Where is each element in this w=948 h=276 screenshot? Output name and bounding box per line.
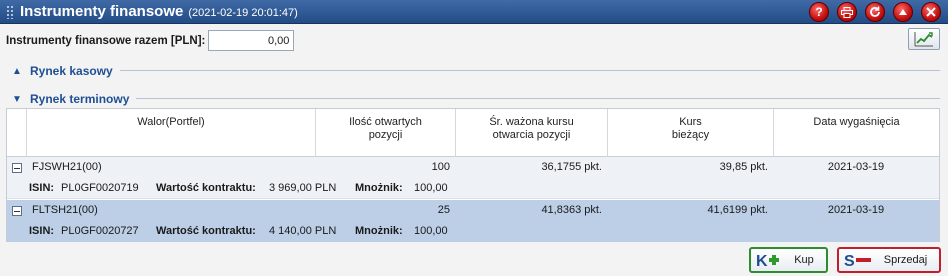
contract-value: 3 969,00 PLN: [269, 182, 337, 194]
svg-text:S: S: [844, 253, 855, 268]
collapse-row-icon[interactable]: [12, 163, 22, 173]
column-header-kurs[interactable]: Kurs bieżący: [607, 109, 773, 157]
collapse-icon[interactable]: [893, 2, 913, 22]
column-header-srednia[interactable]: Śr. ważona kursu otwarcia pozycji: [455, 109, 607, 157]
section-rynek-terminowy[interactable]: ▼ Rynek terminowy: [12, 92, 129, 106]
sell-label: Sprzedaj: [883, 254, 928, 266]
isin-value: PL0GF0020727: [61, 225, 139, 237]
summary-row: Instrumenty finansowe razem [PLN]: 0,00: [6, 30, 295, 51]
row-qty: 25: [437, 204, 450, 216]
row-qty: 100: [431, 161, 450, 173]
row-instrument: FLTSH21(00): [32, 204, 98, 216]
drag-grip-icon[interactable]: [6, 4, 14, 19]
multiplier-label: Mnożnik:: [355, 182, 403, 194]
buy-label: Kup: [794, 254, 814, 266]
sell-button[interactable]: S Sprzedaj: [837, 247, 941, 273]
window-timestamp: (2021-02-19 20:01:47): [188, 6, 298, 19]
close-icon[interactable]: [921, 2, 941, 22]
section-rynek-kasowy[interactable]: ▲ Rynek kasowy: [12, 64, 113, 78]
window-title: Instrumenty finansowe: [20, 3, 184, 20]
chart-icon: [914, 32, 933, 47]
row-expiry: 2021-03-19: [827, 161, 885, 173]
divider: [120, 70, 940, 71]
section-label-futures: Rynek terminowy: [30, 92, 130, 106]
contract-value-label: Wartość kontraktu:: [156, 225, 256, 237]
section-label-cash: Rynek kasowy: [30, 64, 113, 78]
summary-total-field: 0,00: [208, 30, 295, 51]
table-row[interactable]: FJSWH21(00) 100 36,1755 pkt. 39,85 pkt. …: [7, 157, 939, 199]
isin-label: ISIN:: [29, 182, 55, 194]
expand-arrow-icon: ▲: [12, 65, 22, 77]
help-icon[interactable]: ?: [809, 2, 829, 22]
column-header-ilosc[interactable]: Ilość otwartych pozycji: [315, 109, 455, 157]
column-header-walor[interactable]: Walor(Portfel): [26, 109, 315, 157]
divider: [136, 98, 940, 99]
row-avg-open: 41,8363 pkt.: [541, 204, 602, 216]
column-header-data[interactable]: Data wygaśnięcia: [773, 109, 939, 157]
chart-button[interactable]: [908, 28, 940, 50]
collapse-arrow-icon: ▼: [12, 93, 22, 105]
contract-value: 4 140,00 PLN: [269, 225, 337, 237]
row-current-price: 39,85 pkt.: [719, 161, 768, 173]
isin-value: PL0GF0020719: [61, 182, 139, 194]
futures-table: Walor(Portfel) Ilość otwartych pozycji Ś…: [6, 108, 940, 242]
collapse-row-icon[interactable]: [12, 206, 22, 216]
isin-label: ISIN:: [29, 225, 55, 237]
row-instrument: FJSWH21(00): [32, 161, 102, 173]
buy-icon: K: [756, 252, 782, 268]
multiplier-value: 100,00: [414, 182, 448, 194]
table-row[interactable]: FLTSH21(00) 25 41,8363 pkt. 41,6199 pkt.…: [7, 200, 939, 242]
window-titlebar: Instrumenty finansowe (2021-02-19 20:01:…: [0, 0, 948, 24]
table-header: Walor(Portfel) Ilość otwartych pozycji Ś…: [7, 109, 939, 157]
sell-icon: S: [844, 252, 872, 268]
refresh-icon[interactable]: [865, 2, 885, 22]
multiplier-label: Mnożnik:: [355, 225, 403, 237]
summary-label: Instrumenty finansowe razem [PLN]:: [6, 34, 206, 47]
row-expiry: 2021-03-19: [827, 204, 885, 216]
print-icon[interactable]: [837, 2, 857, 22]
svg-text:K: K: [756, 253, 768, 268]
row-current-price: 41,6199 pkt.: [707, 204, 768, 216]
buy-button[interactable]: K Kup: [749, 247, 828, 273]
multiplier-value: 100,00: [414, 225, 448, 237]
contract-value-label: Wartość kontraktu:: [156, 182, 256, 194]
row-avg-open: 36,1755 pkt.: [541, 161, 602, 173]
